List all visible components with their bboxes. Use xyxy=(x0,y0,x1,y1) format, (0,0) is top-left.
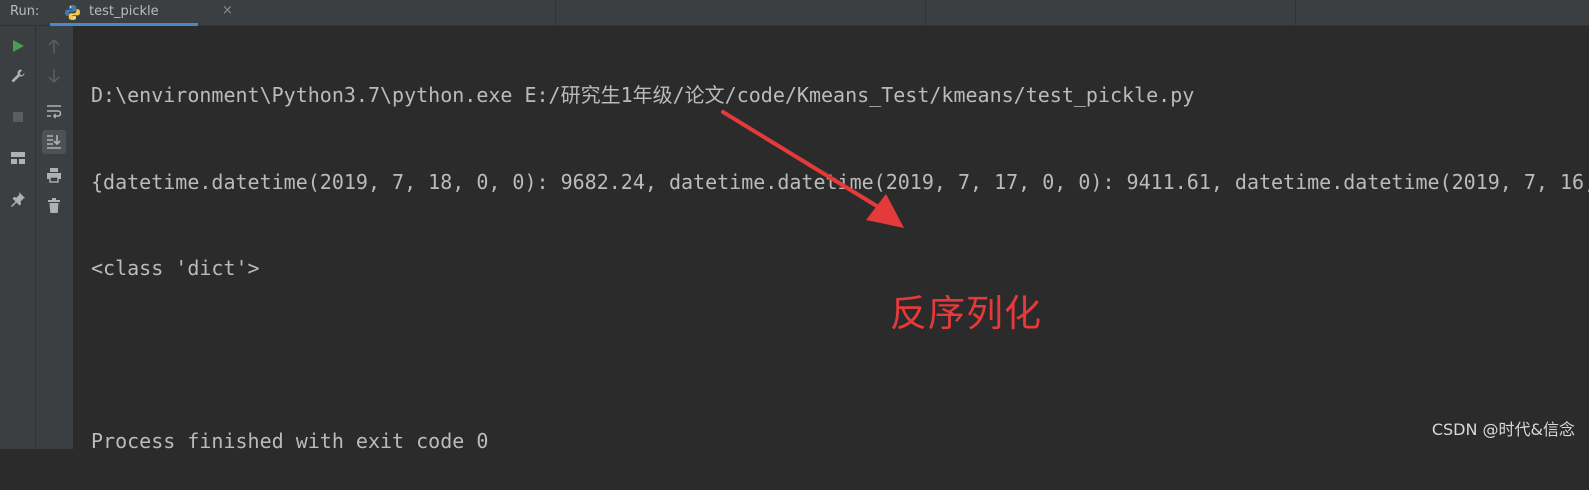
tab-title: test_pickle xyxy=(89,4,159,19)
watermark: CSDN @时代&信念 xyxy=(1431,420,1575,439)
console-line: Process finished with exit code 0 xyxy=(91,429,489,453)
down-arrow-icon[interactable] xyxy=(42,64,66,88)
run-toolbar-left xyxy=(0,26,36,449)
scroll-to-end-icon[interactable] xyxy=(42,130,66,154)
close-icon[interactable]: × xyxy=(222,3,233,18)
console-line: <class 'dict'> xyxy=(91,256,260,280)
annotation-arrow xyxy=(721,110,904,228)
console-output[interactable]: D:\environment\Python3.7\python.exe E:/研… xyxy=(91,33,1589,490)
run-label: Run: xyxy=(10,4,40,19)
up-arrow-icon[interactable] xyxy=(42,34,66,58)
header-divider xyxy=(1295,0,1296,26)
run-tool-window-header: Run: test_pickle × xyxy=(0,0,1589,26)
stop-icon[interactable] xyxy=(6,105,30,129)
python-file-icon xyxy=(65,5,80,20)
run-icon[interactable] xyxy=(6,34,30,58)
soft-wrap-icon[interactable] xyxy=(42,99,66,123)
header-divider xyxy=(925,0,926,26)
pin-icon[interactable] xyxy=(6,187,30,211)
annotation-label: 反序列化 xyxy=(890,292,1042,335)
header-divider xyxy=(555,0,556,26)
print-icon[interactable] xyxy=(42,163,66,187)
trash-icon[interactable] xyxy=(42,194,66,218)
layout-icon[interactable] xyxy=(6,146,30,170)
run-toolbar-right xyxy=(36,26,74,449)
wrench-icon[interactable] xyxy=(6,64,30,88)
tab-test-pickle[interactable]: test_pickle × xyxy=(50,0,233,26)
